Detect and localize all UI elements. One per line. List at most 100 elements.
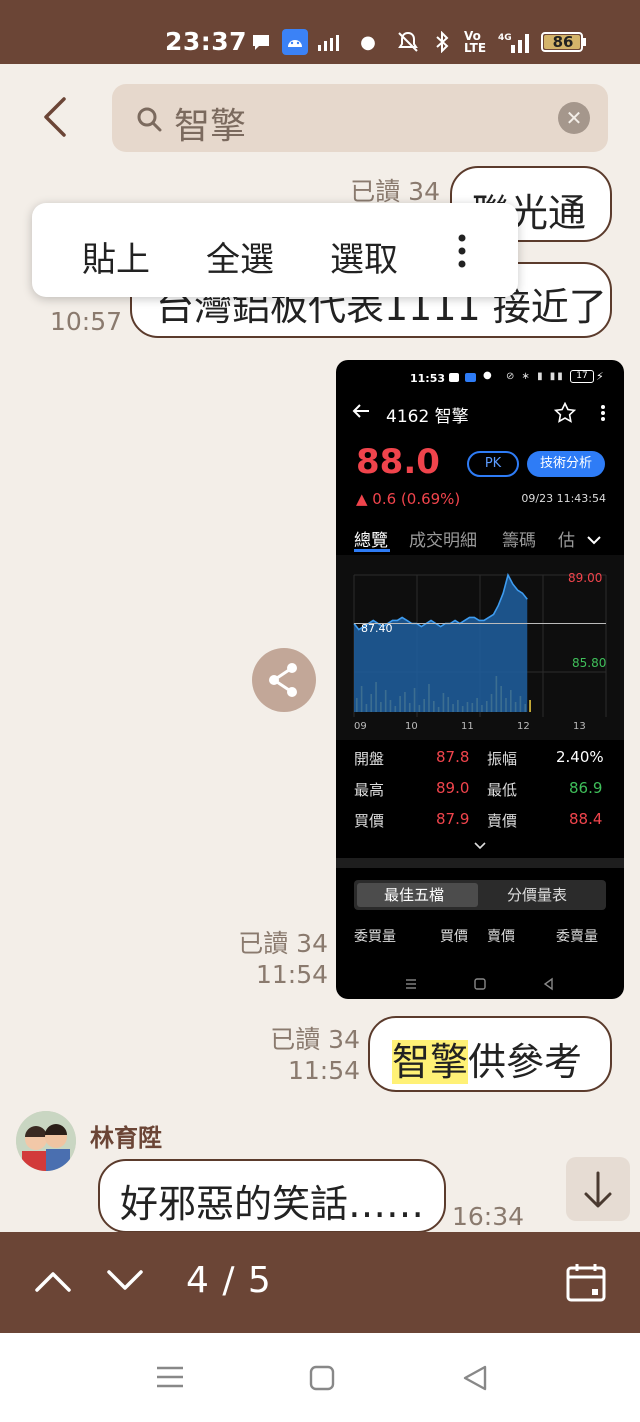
read-text: 已讀 34 — [238, 929, 328, 958]
menu-item-select-all[interactable]: 全選 — [206, 232, 274, 281]
stat-ask: 88.4 — [569, 810, 603, 828]
high-label: 89.00 — [568, 571, 602, 585]
recents-button[interactable] — [156, 1363, 184, 1395]
stat-label: 最低 — [487, 781, 518, 799]
stat-low: 86.9 — [569, 779, 603, 797]
stat-label: 開盤 — [354, 750, 385, 768]
clear-icon[interactable]: ✕ — [558, 102, 590, 134]
x-label: 09 — [354, 721, 367, 732]
intraday-chart-svg: 89.00 87.40 85.80 09 10 11 12 13 — [353, 571, 607, 732]
menu-icon — [157, 1366, 183, 1388]
context-menu: 貼上 全選 選取 — [32, 203, 518, 297]
quote-datetime: 09/23 11:43:54 — [521, 492, 606, 505]
more-icon — [600, 404, 606, 426]
orderbook-header: 買價 — [440, 929, 468, 945]
arrow-down-icon — [584, 1171, 612, 1208]
back-arrow-icon[interactable] — [38, 95, 74, 139]
orderbook-header: 委賣量 — [556, 929, 598, 945]
previous-result-button[interactable] — [34, 1268, 72, 1298]
tab-overview: 總覽 — [354, 531, 388, 551]
stock-title: 4162 智擎 — [386, 407, 469, 427]
back-triangle-icon — [463, 1365, 487, 1391]
x-label: 10 — [405, 721, 418, 732]
search-result-nav: 4 / 5 — [0, 1232, 640, 1333]
calendar-button[interactable] — [566, 1262, 606, 1306]
mute-icon — [394, 30, 422, 54]
ref-label: 87.40 — [361, 622, 393, 635]
chevron-up-icon — [35, 1272, 71, 1292]
chat-icon — [449, 373, 459, 382]
chevron-down-icon — [107, 1270, 143, 1290]
message-bubble[interactable]: 智擎供參考 — [368, 1016, 612, 1092]
stat-open: 87.8 — [436, 748, 470, 766]
chart-app-icon — [316, 30, 344, 54]
message-text: 好邪惡的笑話…… — [120, 1182, 425, 1226]
status-bar: 23:37 ● Vo LTE 4G 86 — [0, 0, 640, 64]
more-icon[interactable] — [456, 233, 468, 269]
search-input[interactable]: 智擎 ✕ — [112, 84, 608, 152]
home-button[interactable] — [309, 1365, 335, 1395]
segment-best-five: 最佳五檔 — [384, 886, 445, 904]
read-receipt: 已讀 34 11:54 — [254, 1024, 360, 1086]
share-icon — [269, 663, 297, 697]
avatar[interactable] — [16, 1111, 76, 1171]
menu-item-paste[interactable]: 貼上 — [82, 232, 150, 281]
message-time: 11:54 — [255, 960, 328, 989]
search-highlight: 智擎 — [392, 1040, 469, 1084]
tab-valuation: 估 — [558, 531, 575, 551]
dot-icon: ● — [483, 370, 492, 381]
back-button[interactable] — [462, 1364, 488, 1396]
signal-4g-icon: 4G — [498, 30, 534, 54]
status-time: 23:37 — [165, 27, 248, 56]
status-icons: ⊘ ∗ ▮ ▮▮ — [506, 371, 565, 382]
share-button[interactable] — [252, 648, 316, 712]
message-bubble[interactable]: 好邪惡的笑話…… — [98, 1159, 446, 1233]
battery-level: 86 — [552, 33, 574, 51]
chevron-down-icon — [586, 530, 602, 549]
calendar-icon — [566, 1264, 606, 1302]
segment-price-volume: 分價量表 — [507, 886, 568, 904]
stock-screenshot-image[interactable]: 11:53 ● ⊘ ∗ ▮ ▮▮ 17 ⚡ 4162 智擎 88.0 PK 技術… — [336, 360, 624, 999]
tab-trades: 成交明細 — [409, 531, 477, 551]
x-label: 12 — [517, 721, 530, 732]
message-time: 10:57 — [49, 307, 122, 336]
back-arrow-icon — [352, 403, 370, 423]
stat-bid: 87.9 — [436, 810, 470, 828]
message-time: 16:34 — [451, 1202, 524, 1231]
chevron-down-icon — [473, 836, 487, 855]
menu-item-select[interactable]: 選取 — [330, 232, 398, 281]
stat-label: 最高 — [354, 781, 385, 799]
system-navigation-bar — [0, 1333, 640, 1422]
sender-name: 林育陞 — [90, 1124, 162, 1152]
app-icon — [465, 373, 476, 382]
next-result-button[interactable] — [106, 1268, 144, 1298]
home-icon — [309, 1365, 335, 1391]
search-query: 智擎 — [174, 106, 247, 147]
scroll-to-bottom-button[interactable] — [566, 1157, 630, 1221]
divider — [336, 858, 624, 868]
stat-amplitude: 2.40% — [556, 748, 604, 766]
screenshot-nav-bar — [336, 966, 624, 999]
stock-price: 88.0 — [356, 442, 440, 482]
chat-notification-icon — [250, 30, 272, 54]
tab-indicator — [354, 549, 390, 552]
quote-stats: 開盤 87.8 振幅 2.40% 最高 89.0 最低 86.9 買價 87.9… — [336, 740, 624, 858]
orderbook-header: 賣價 — [487, 929, 515, 945]
orderbook-toggle: 最佳五檔 分價量表 — [354, 880, 606, 910]
x-label: 13 — [573, 721, 586, 732]
star-icon — [553, 401, 577, 428]
screenshot-header: 4162 智擎 — [336, 396, 624, 436]
price-change: ▲ 0.6 (0.69%) — [356, 490, 461, 508]
low-label: 85.80 — [572, 656, 606, 670]
android-app-icon — [282, 29, 308, 55]
battery-indicator: 17 — [570, 370, 594, 383]
message-time: 11:54 — [287, 1056, 360, 1085]
stat-high: 89.0 — [436, 779, 470, 797]
intraday-chart: 89.00 87.40 85.80 09 10 11 12 13 — [336, 555, 624, 740]
search-icon — [136, 106, 162, 136]
message-text: 供參考 — [468, 1040, 583, 1084]
dot-icon: ● — [360, 31, 376, 53]
charging-icon: ⚡ — [596, 370, 604, 383]
volume-bar — [529, 700, 531, 712]
svg-text:4G: 4G — [498, 33, 512, 43]
